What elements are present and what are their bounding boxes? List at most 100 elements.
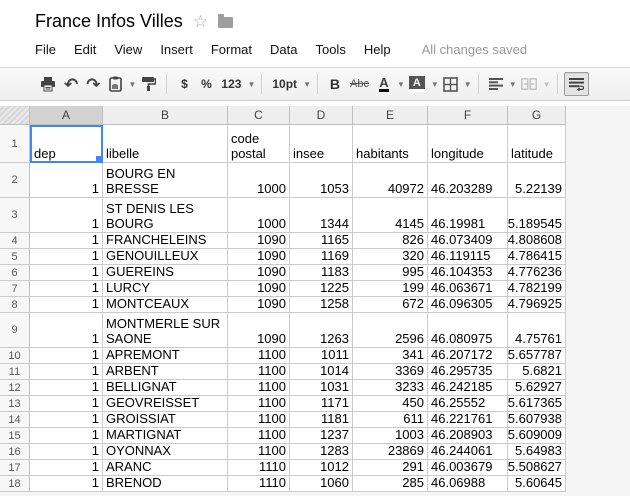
cell-habitants[interactable]: 40972: [353, 163, 428, 198]
cell-longitude[interactable]: 46.19981: [428, 198, 508, 233]
cell-code-postal[interactable]: 1000: [228, 198, 290, 233]
cell-latitude[interactable]: 5.62927: [508, 380, 566, 396]
cell-insee[interactable]: 1053: [290, 163, 353, 198]
fill-handle[interactable]: [95, 155, 102, 162]
row-header-14[interactable]: 14: [0, 412, 30, 428]
cell-dep[interactable]: 1: [30, 476, 103, 492]
star-icon[interactable]: ☆: [193, 13, 208, 30]
cell-libelle[interactable]: BOURG EN BRESSE: [103, 163, 228, 198]
column-header-D[interactable]: D: [290, 106, 353, 125]
cell-code-postal[interactable]: 1090: [228, 281, 290, 297]
cell-longitude[interactable]: 46.295735: [428, 364, 508, 380]
cell-latitude[interactable]: 5.64983: [508, 444, 566, 460]
row-header-8[interactable]: 8: [0, 297, 30, 313]
column-header-G[interactable]: G: [508, 106, 566, 125]
cell-habitants[interactable]: 285: [353, 476, 428, 492]
paste-dropdown-caret[interactable]: ▼: [129, 80, 137, 89]
row-header-18[interactable]: 18: [0, 476, 30, 492]
fill-color-button[interactable]: A: [405, 72, 429, 96]
cell-insee[interactable]: 1011: [290, 348, 353, 364]
cell-latitude[interactable]: 4.808608: [508, 233, 566, 249]
percent-format-button[interactable]: %: [195, 72, 217, 96]
cell-habitants[interactable]: 291: [353, 460, 428, 476]
row-header-15[interactable]: 15: [0, 428, 30, 444]
cell-libelle[interactable]: ST DENIS LES BOURG: [103, 198, 228, 233]
cell-code-postal[interactable]: 1000: [228, 163, 290, 198]
cell-latitude[interactable]: 5.6821: [508, 364, 566, 380]
row-header-12[interactable]: 12: [0, 380, 30, 396]
cell-longitude-header[interactable]: longitude: [428, 125, 508, 163]
cell-latitude[interactable]: 5.617365: [508, 396, 566, 412]
cell-latitude[interactable]: 4.796925: [508, 297, 566, 313]
cell-latitude[interactable]: 4.75761: [508, 313, 566, 348]
row-header-7[interactable]: 7: [0, 281, 30, 297]
menu-data[interactable]: Data: [261, 39, 306, 60]
text-color-caret[interactable]: ▼: [397, 80, 405, 89]
cell-habitants[interactable]: 23869: [353, 444, 428, 460]
cell-libelle-header[interactable]: libelle: [103, 125, 228, 163]
cell-latitude[interactable]: 5.22139: [508, 163, 566, 198]
cell-dep-header[interactable]: dep: [30, 125, 103, 163]
cell-libelle[interactable]: MONTCEAUX: [103, 297, 228, 313]
cell-code-postal[interactable]: 1110: [228, 460, 290, 476]
number-format-button[interactable]: 123: [217, 72, 245, 96]
cell-insee[interactable]: 1031: [290, 380, 353, 396]
cell-habitants[interactable]: 611: [353, 412, 428, 428]
cell-libelle[interactable]: FRANCHELEINS: [103, 233, 228, 249]
cell-insee[interactable]: 1283: [290, 444, 353, 460]
column-header-E[interactable]: E: [353, 106, 428, 125]
paint-format-button[interactable]: [136, 72, 160, 96]
row-header-5[interactable]: 5: [0, 249, 30, 265]
cell-dep[interactable]: 1: [30, 163, 103, 198]
cell-dep[interactable]: 1: [30, 428, 103, 444]
cell-longitude[interactable]: 46.06988: [428, 476, 508, 492]
cell-libelle[interactable]: ARBENT: [103, 364, 228, 380]
cell-insee[interactable]: 1165: [290, 233, 353, 249]
cell-latitude[interactable]: 5.60645: [508, 476, 566, 492]
folder-icon[interactable]: [218, 17, 233, 28]
row-header-4[interactable]: 4: [0, 233, 30, 249]
cell-habitants[interactable]: 3369: [353, 364, 428, 380]
cell-insee[interactable]: 1183: [290, 265, 353, 281]
row-header-16[interactable]: 16: [0, 444, 30, 460]
menu-tools[interactable]: Tools: [306, 39, 354, 60]
cell-dep[interactable]: 1: [30, 348, 103, 364]
row-header-13[interactable]: 13: [0, 396, 30, 412]
cell-longitude[interactable]: 46.063671: [428, 281, 508, 297]
cell-habitants[interactable]: 320: [353, 249, 428, 265]
cell-latitude[interactable]: 4.786415: [508, 249, 566, 265]
cell-insee[interactable]: 1169: [290, 249, 353, 265]
cell-insee[interactable]: 1225: [290, 281, 353, 297]
cell-libelle[interactable]: GUEREINS: [103, 265, 228, 281]
menu-file[interactable]: File: [35, 39, 65, 60]
wrap-text-button[interactable]: [564, 72, 589, 96]
cell-longitude[interactable]: 46.244061: [428, 444, 508, 460]
cell-code-postal-header[interactable]: code postal: [228, 125, 290, 163]
cell-libelle[interactable]: BRENOD: [103, 476, 228, 492]
cell-latitude[interactable]: 4.776236: [508, 265, 566, 281]
cell-code-postal[interactable]: 1110: [228, 476, 290, 492]
cell-libelle[interactable]: MONTMERLE SUR SAONE: [103, 313, 228, 348]
cell-longitude[interactable]: 46.221761: [428, 412, 508, 428]
number-format-caret[interactable]: ▼: [247, 80, 255, 89]
cell-latitude[interactable]: 5.657787: [508, 348, 566, 364]
row-header-2[interactable]: 2: [0, 163, 30, 198]
merge-cells-caret[interactable]: ▼: [543, 80, 551, 89]
cell-code-postal[interactable]: 1090: [228, 249, 290, 265]
cell-dep[interactable]: 1: [30, 249, 103, 265]
cell-dep[interactable]: 1: [30, 297, 103, 313]
cell-latitude[interactable]: 5.508627: [508, 460, 566, 476]
cell-insee[interactable]: 1237: [290, 428, 353, 444]
cell-code-postal[interactable]: 1090: [228, 233, 290, 249]
cell-libelle[interactable]: LURCY: [103, 281, 228, 297]
cell-code-postal[interactable]: 1100: [228, 412, 290, 428]
cell-longitude[interactable]: 46.242185: [428, 380, 508, 396]
cell-code-postal[interactable]: 1090: [228, 265, 290, 281]
cell-dep[interactable]: 1: [30, 396, 103, 412]
cell-habitants-header[interactable]: habitants: [353, 125, 428, 163]
cell-insee[interactable]: 1012: [290, 460, 353, 476]
cell-insee[interactable]: 1258: [290, 297, 353, 313]
cell-dep[interactable]: 1: [30, 412, 103, 428]
cell-habitants[interactable]: 450: [353, 396, 428, 412]
cell-code-postal[interactable]: 1100: [228, 380, 290, 396]
